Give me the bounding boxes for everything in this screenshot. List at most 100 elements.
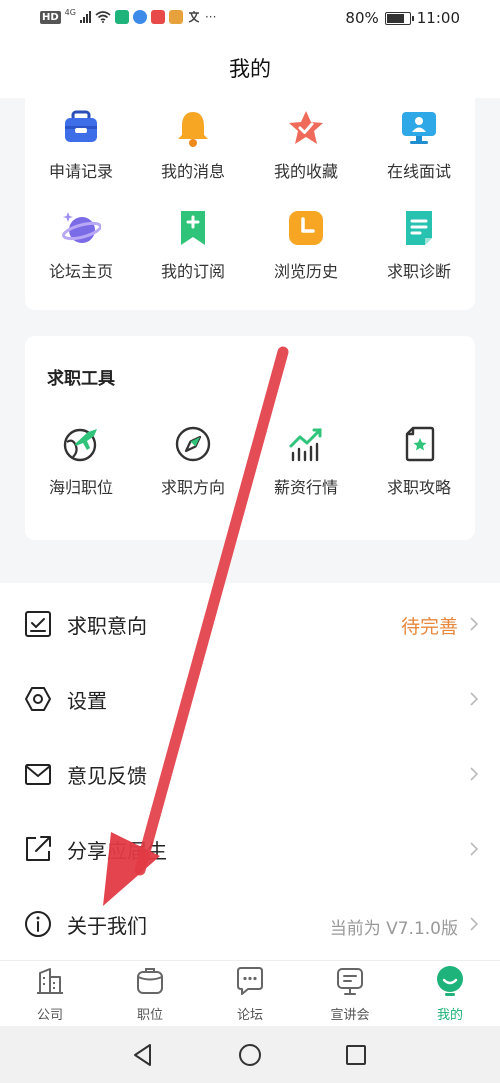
nav-label: 宣讲会 [330,1008,370,1023]
app-notification-icon [114,10,129,24]
title-bar: 我的 [0,38,500,98]
settings-menu: 求职意向 待完善 设置 意见反馈 分享应届生 关于我们 当前为 V7.1.0版 [0,583,500,960]
share-icon [26,836,51,861]
signal-icon [79,11,91,23]
shortcut-job-diagnosis[interactable]: 求职诊断 [363,208,475,282]
menu-about[interactable]: 关于我们 当前为 V7.1.0版 [0,886,500,961]
shortcut-online-interview[interactable]: 在线面试 [363,108,475,182]
app-version: 当前为 V7.1.0版 [329,919,458,939]
menu-share[interactable]: 分享应届生 [0,811,500,886]
job-tools-card: 求职工具 海归职位 求职方向 薪资行情 求职攻略 [25,336,475,540]
app-notification-icon [150,10,165,24]
shortcut-label: 求职诊断 [386,262,451,281]
nav-jobs[interactable]: 职位 [100,965,200,1023]
checklist-icon [25,611,51,637]
shortcut-application-records[interactable]: 申请记录 [25,108,137,182]
shortcut-label: 浏览历史 [273,262,338,281]
nav-profile[interactable]: 我的 [400,965,500,1023]
menu-label: 意见反馈 [67,764,147,788]
menu-label: 求职意向 [67,614,147,638]
tool-salary-trends[interactable]: 薪资行情 [250,424,362,498]
clock: 11:00 [416,9,460,27]
shortcut-label: 在线面试 [386,162,451,181]
wifi-icon [95,11,111,23]
shortcut-label: 我的收藏 [273,162,338,181]
home-icon[interactable] [238,1043,262,1067]
profile-icon [437,966,463,996]
briefcase-icon [65,110,97,142]
nav-label: 论坛 [236,1008,263,1023]
bottom-nav: 公司 职位 论坛 宣讲会 我的 [0,960,500,1026]
page-title: 我的 [229,57,271,81]
status-left: HD 4G ··· [40,7,217,24]
menu-job-intention[interactable]: 求职意向 待完善 [0,586,500,661]
menu-label: 设置 [67,689,107,713]
nav-label: 职位 [136,1008,163,1023]
shortcut-label: 我的订阅 [160,262,225,281]
shortcut-subscriptions[interactable]: 我的订阅 [137,208,249,282]
chevron-right-icon [470,767,479,781]
shortcut-label: 申请记录 [48,162,113,181]
nav-label: 公司 [36,1008,63,1023]
network-type: 4G [64,7,76,17]
menu-label: 关于我们 [67,914,147,938]
music-notification-icon [132,10,147,24]
app-notification-icon [168,10,183,24]
bell-icon [178,112,208,147]
document-icon [406,211,432,245]
shortcut-favorites[interactable]: 我的收藏 [250,108,362,182]
nav-forum[interactable]: 论坛 [200,965,300,1023]
shortcut-messages[interactable]: 我的消息 [137,108,249,182]
planet-icon [62,212,101,243]
info-icon [25,911,51,937]
battery-percent: 80% [345,9,379,27]
shortcut-forum-home[interactable]: 论坛主页 [25,208,137,282]
shortcut-label: 我的消息 [160,162,225,181]
status-right: 80% 11:00 [345,9,460,27]
job-tools-title: 求职工具 [47,369,115,389]
chevron-right-icon [470,617,479,631]
back-icon[interactable] [131,1043,155,1067]
tool-label: 求职攻略 [386,478,451,497]
menu-feedback[interactable]: 意见反馈 [0,736,500,811]
system-nav-bar [0,1026,500,1083]
nav-label: 我的 [436,1008,463,1023]
monitor-icon [402,112,436,144]
shortcut-card: 申请记录 我的消息 我的收藏 在线面试 论坛主页 我的订阅 浏览历史 求职诊断 [25,98,475,310]
hexagon-settings-icon [25,687,51,711]
guide-book-icon [405,426,435,462]
recents-icon[interactable] [344,1043,368,1067]
bag-icon [137,968,163,994]
star-icon [289,111,323,144]
tool-job-guide[interactable]: 求职攻略 [363,424,475,498]
presentation-icon [337,968,363,995]
menu-settings[interactable]: 设置 [0,661,500,736]
nav-company[interactable]: 公司 [0,965,100,1023]
tool-label: 海归职位 [48,478,113,497]
globe-plane-icon [63,428,97,462]
chevron-right-icon [470,842,479,856]
clock-icon [289,211,323,245]
tool-label: 求职方向 [160,478,225,497]
shortcut-label: 论坛主页 [48,262,113,281]
mail-icon [25,764,51,785]
menu-label: 分享应届生 [67,839,167,863]
job-intention-status: 待完善 [400,616,458,638]
more-notifications: ··· [204,10,217,24]
shortcut-history[interactable]: 浏览历史 [250,208,362,282]
compass-icon [175,426,211,462]
chevron-right-icon [470,917,479,931]
battery-icon [384,11,414,25]
tool-overseas-jobs[interactable]: 海归职位 [25,424,137,498]
tool-label: 薪资行情 [273,478,338,497]
chevron-right-icon [470,692,479,706]
trend-chart-icon [289,428,322,462]
hd-badge: HD [40,10,61,24]
bookmark-icon [181,211,205,245]
status-bar: HD 4G ··· 80% 11:00 [0,0,500,38]
nav-seminars[interactable]: 宣讲会 [300,965,400,1023]
chat-icon [237,967,263,995]
building-icon [37,968,63,994]
translate-icon [188,11,200,23]
tool-job-direction[interactable]: 求职方向 [137,424,249,498]
